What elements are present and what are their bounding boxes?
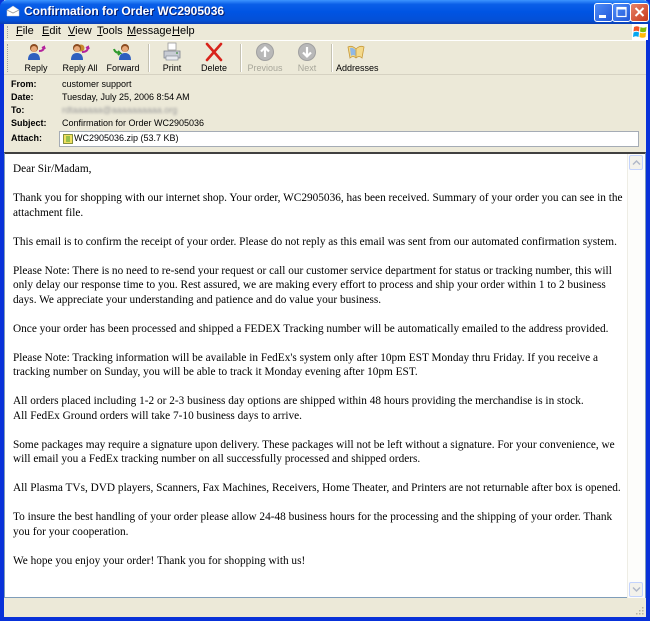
maximize-icon bbox=[616, 6, 627, 18]
date-value: Tuesday, July 25, 2006 8:54 AM bbox=[62, 92, 190, 102]
menu-message[interactable]: Message bbox=[127, 25, 172, 37]
forward-icon bbox=[113, 44, 131, 60]
attachment-link[interactable]: WC2905036.zip (53.7 KB) bbox=[74, 133, 179, 143]
body-paragraph: Dear Sir/Madam, bbox=[13, 163, 92, 175]
envelope-icon bbox=[6, 5, 20, 17]
body-paragraph: To insure the best handling of your orde… bbox=[13, 511, 613, 538]
subject-label: Subject: bbox=[11, 118, 47, 128]
message-window: Confirmation for Order WC2905036 File Ed… bbox=[0, 0, 650, 621]
to-label: To: bbox=[11, 105, 25, 115]
scroll-up-button[interactable] bbox=[629, 155, 643, 170]
vertical-scrollbar[interactable] bbox=[627, 154, 645, 598]
maximize-button[interactable] bbox=[612, 3, 631, 22]
forward-button[interactable]: Forward bbox=[104, 42, 142, 74]
next-button[interactable]: Next bbox=[292, 42, 322, 74]
attach-label: Attach: bbox=[11, 133, 42, 143]
menu-view[interactable]: View bbox=[68, 25, 92, 37]
menu-help[interactable]: Help bbox=[172, 25, 195, 37]
reply-button[interactable]: Reply bbox=[16, 42, 56, 74]
addresses-button[interactable]: Addresses bbox=[336, 42, 379, 74]
toolbar-separator bbox=[148, 44, 150, 72]
window-title: Confirmation for Order WC2905036 bbox=[24, 4, 225, 18]
message-body: Dear Sir/Madam, Thank you for shopping w… bbox=[4, 152, 646, 598]
body-paragraph: Some packages may require a signature up… bbox=[13, 438, 615, 466]
menu-bar: File Edit View Tools Message Help bbox=[4, 24, 648, 40]
menu-grip[interactable] bbox=[7, 26, 11, 38]
windows-logo-icon bbox=[632, 24, 648, 40]
close-icon bbox=[634, 7, 645, 17]
reply-all-button[interactable]: Reply All bbox=[59, 42, 101, 74]
body-paragraph: All FedEx Ground orders will take 7-10 b… bbox=[13, 409, 302, 422]
body-paragraph: This email is to confirm the receipt of … bbox=[13, 235, 617, 248]
minimize-icon bbox=[599, 15, 606, 18]
minimize-button[interactable] bbox=[594, 3, 613, 22]
menu-tools[interactable]: Tools bbox=[97, 25, 123, 37]
message-headers: From: customer support Date: Tuesday, Ju… bbox=[4, 76, 646, 148]
from-label: From: bbox=[11, 79, 37, 89]
body-paragraph: Thank you for shopping with our internet… bbox=[13, 192, 623, 219]
reply-icon bbox=[28, 44, 46, 60]
zip-file-icon bbox=[63, 134, 73, 144]
body-paragraph: All orders placed including 1-2 or 2-3 b… bbox=[13, 395, 584, 407]
title-bar[interactable]: Confirmation for Order WC2905036 bbox=[0, 0, 650, 24]
printer-icon bbox=[163, 42, 181, 61]
status-bar bbox=[4, 598, 646, 617]
previous-button[interactable]: Previous bbox=[246, 42, 284, 74]
toolbar: Reply Reply All Forward Print Delete Pre… bbox=[4, 40, 646, 75]
body-paragraph: Once your order has been processed and s… bbox=[13, 322, 609, 335]
delete-button[interactable]: Delete bbox=[197, 42, 231, 74]
menu-edit[interactable]: Edit bbox=[42, 25, 61, 37]
toolbar-grip[interactable] bbox=[7, 44, 11, 72]
body-paragraph: We hope you enjoy your order! Thank you … bbox=[13, 554, 306, 567]
body-paragraph: Please Note: There is no need to re-send… bbox=[13, 264, 612, 306]
resize-grip-icon[interactable] bbox=[634, 605, 644, 615]
scroll-down-button[interactable] bbox=[629, 582, 643, 597]
arrow-up-icon bbox=[256, 43, 274, 61]
reply-all-icon bbox=[71, 44, 90, 60]
subject-value: Confirmation for Order WC2905036 bbox=[62, 118, 205, 128]
body-paragraph: All Plasma TVs, DVD players, Scanners, F… bbox=[13, 482, 621, 494]
to-value: rdtaaaaaa@aaaaaaaaaa.org bbox=[62, 105, 178, 115]
chevron-up-icon bbox=[632, 159, 641, 166]
attachment-field[interactable]: WC2905036.zip (53.7 KB) bbox=[59, 131, 639, 147]
date-label: Date: bbox=[11, 92, 34, 102]
menu-file[interactable]: File bbox=[16, 25, 34, 37]
print-button[interactable]: Print bbox=[156, 42, 188, 74]
arrow-down-icon bbox=[298, 43, 316, 61]
chevron-down-icon bbox=[632, 586, 641, 593]
toolbar-separator bbox=[240, 44, 242, 72]
address-book-icon bbox=[347, 45, 365, 59]
delete-x-icon bbox=[205, 42, 223, 62]
toolbar-separator bbox=[331, 44, 333, 72]
close-button[interactable] bbox=[630, 3, 649, 22]
message-content: Dear Sir/Madam, Thank you for shopping w… bbox=[13, 162, 623, 583]
from-value: customer support bbox=[62, 79, 132, 89]
body-paragraph: Please Note: Tracking information will b… bbox=[13, 351, 598, 379]
